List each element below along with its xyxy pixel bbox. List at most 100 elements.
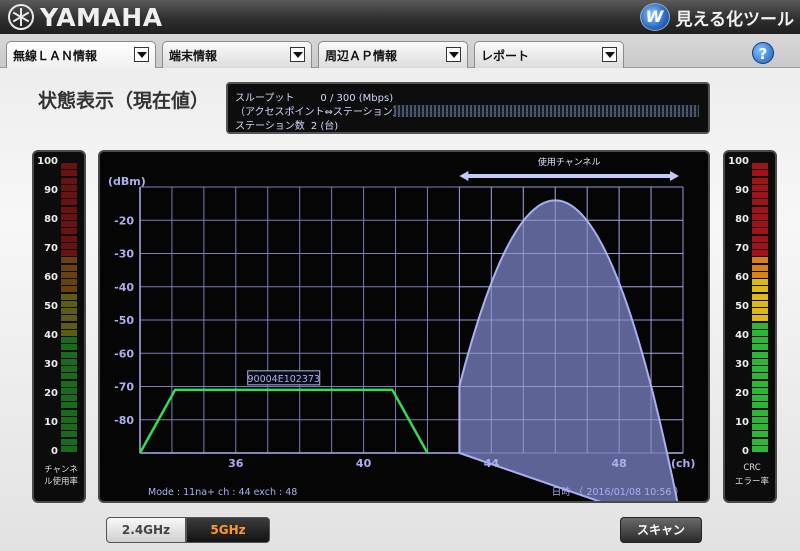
meter-segment xyxy=(61,337,77,343)
meter-segment xyxy=(752,271,768,278)
meter-segment xyxy=(61,279,77,285)
meter-segment xyxy=(752,329,768,336)
help-icon[interactable]: ? xyxy=(752,42,774,64)
meter-segment xyxy=(752,344,768,351)
page-title: 状態表示（現在値） xyxy=(38,90,210,112)
station-row: ステーション数 2 (台) xyxy=(235,117,338,132)
meter-segment xyxy=(752,264,768,271)
app-logo-icon: W xyxy=(639,3,670,31)
meter-caption: ル使用率 xyxy=(43,477,78,487)
meter-segment xyxy=(752,337,768,343)
meter-segment xyxy=(61,192,77,198)
throughput-bar xyxy=(394,105,699,117)
meter-segment xyxy=(61,329,77,336)
meter-segment xyxy=(61,438,77,445)
tab-wireless-lan[interactable]: 無線ＬＡＮ情報 xyxy=(6,41,156,68)
dropdown-arrow-icon[interactable] xyxy=(290,47,305,62)
meter-segment xyxy=(61,344,77,351)
meter-segment xyxy=(61,228,77,235)
meter-segment xyxy=(61,416,77,423)
tab-nearby-ap[interactable]: 周辺ＡＰ情報 xyxy=(318,41,468,68)
tab-bar: 無線ＬＡＮ情報 端末情報 周辺ＡＰ情報 レポート xyxy=(0,34,800,68)
meter-segment xyxy=(752,177,768,184)
meter-tick-label: 50 xyxy=(44,301,58,312)
meter-segment xyxy=(61,387,77,394)
spectrum-chart: 90004E102373 -20 -30 -40 -50 -60 -70 -80 36 40 44 4… xyxy=(98,150,710,503)
logo-text: YAMAHA xyxy=(40,2,163,32)
meter-segment xyxy=(752,213,768,220)
crc-error-meter: 100 90 80 70 60 50 40 30 20 10 0 CRC エラー率 xyxy=(723,150,777,503)
meter-segment xyxy=(752,395,768,401)
top-bar: YAMAHA W 見える化ツール xyxy=(0,0,800,34)
y-tick-label: -50 xyxy=(114,314,134,327)
tab-label: レポート xyxy=(481,49,530,63)
meter-tick-label: 70 xyxy=(735,243,749,254)
meter-tick-label: 30 xyxy=(735,359,749,370)
dropdown-arrow-icon[interactable] xyxy=(602,47,617,62)
meter-segment xyxy=(61,366,77,372)
meter-tick-label: 20 xyxy=(735,388,749,399)
meter-tick-label: 90 xyxy=(44,185,58,196)
meter-segment xyxy=(752,163,768,169)
channel-usage-meter: 100 90 80 70 60 50 40 30 20 10 0 チャンネ ル使用率 xyxy=(32,150,86,503)
x-tick-label: 40 xyxy=(356,457,372,470)
meter-segment xyxy=(752,308,768,314)
meter-segment xyxy=(61,242,77,249)
meter-segment xyxy=(61,206,77,213)
meter-segment xyxy=(61,431,77,438)
tab-report[interactable]: レポート xyxy=(474,41,624,68)
arrow-right-icon xyxy=(670,171,679,181)
meter-segment xyxy=(752,351,768,358)
meter-segment xyxy=(752,402,768,409)
meter-segment xyxy=(752,416,768,423)
band-5ghz-button[interactable]: 5GHz xyxy=(186,517,270,543)
dropdown-arrow-icon[interactable] xyxy=(446,47,461,62)
meter-segment xyxy=(752,322,768,329)
meter-segment xyxy=(752,242,768,249)
meter-segment xyxy=(752,257,768,264)
arrow-left-icon xyxy=(459,171,469,181)
meter-segment xyxy=(61,286,77,293)
meter-segment xyxy=(61,250,77,256)
meter-tick-label: 50 xyxy=(735,301,749,312)
meter-tick-label: 60 xyxy=(44,272,58,283)
meter-segment xyxy=(752,387,768,394)
meter-tick-label: 20 xyxy=(44,388,58,399)
used-channel-label: 使用チャンネル xyxy=(538,156,601,168)
mode-info: Mode : 11na+ ch : 44 exch : 48 xyxy=(148,487,297,498)
dropdown-arrow-icon[interactable] xyxy=(134,47,149,62)
band-2-4ghz-button[interactable]: 2.4GHz xyxy=(106,517,186,543)
meter-segment xyxy=(752,424,768,430)
scan-button[interactable]: スキャン xyxy=(620,517,702,543)
y-tick-label: -80 xyxy=(114,414,134,427)
meter-segment xyxy=(752,184,768,191)
meter-segment xyxy=(752,199,768,206)
meter-tick-label: 80 xyxy=(735,214,749,225)
meter-segment xyxy=(61,402,77,409)
meter-segment xyxy=(61,315,77,322)
x-tick-label: 44 xyxy=(484,457,500,470)
meter-segment xyxy=(752,235,768,242)
tuning-fork-icon xyxy=(8,4,34,30)
meter-segment xyxy=(61,358,77,365)
meter-tick-label: 0 xyxy=(51,446,58,457)
meter-segment xyxy=(61,409,77,416)
ap-label: 90004E102373 xyxy=(247,374,320,385)
meter-segment xyxy=(61,380,77,387)
x-tick-label: 48 xyxy=(611,457,626,470)
meter-tick-label: 0 xyxy=(742,446,749,457)
meter-segment xyxy=(752,373,768,380)
throughput-sublabel: （アクセスポイント⇔ステーション） xyxy=(235,107,403,118)
throughput-panel: スループット 0 / 300 (Mbps) （アクセスポイント⇔ステーション） ス… xyxy=(226,82,710,134)
meter-segment xyxy=(752,279,768,285)
meter-segment xyxy=(61,271,77,278)
meter-segment xyxy=(61,221,77,227)
meter-caption: エラー率 xyxy=(734,477,769,487)
meter-segment xyxy=(752,445,768,452)
meter-segment xyxy=(61,235,77,242)
tab-terminal-info[interactable]: 端末情報 xyxy=(162,41,312,68)
app-brand: W 見える化ツール xyxy=(639,2,794,32)
meter-segment xyxy=(752,206,768,213)
meter-segment xyxy=(752,192,768,198)
meter-segment xyxy=(61,184,77,191)
